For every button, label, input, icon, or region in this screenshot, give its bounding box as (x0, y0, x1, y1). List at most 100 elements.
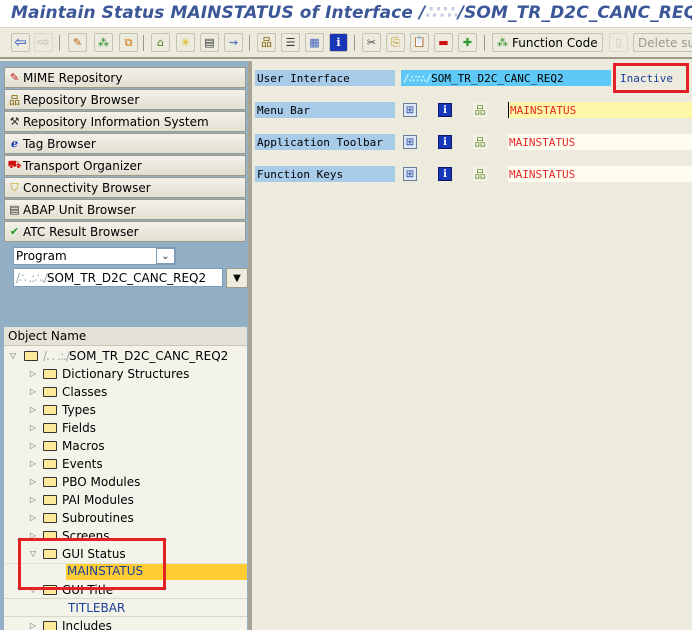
collapsed-icon: ▷ (29, 405, 37, 414)
folder-icon (43, 440, 57, 451)
info-button[interactable]: i (329, 33, 348, 52)
forward-button[interactable]: ⇨ (34, 33, 53, 52)
active-inactive-button[interactable]: ⁂ (94, 33, 113, 52)
cut-button[interactable]: ✂ (362, 33, 381, 52)
user-interface-name: SOM_TR_D2C_CANC_REQ2 (431, 71, 564, 85)
nav-repository-information-system[interactable]: ⚒ Repository Information System (4, 111, 246, 132)
folder-icon (43, 458, 57, 469)
back-arrow-icon: ⇦ (14, 33, 27, 51)
forward-arrow-icon: ⇨ (37, 33, 50, 51)
copy-button[interactable]: ⎘ (386, 33, 405, 52)
tag-browser-icon: ℯ (11, 137, 18, 150)
tree-item-label: Dictionary Structures (62, 366, 190, 381)
tree-item-label: Types (62, 402, 96, 417)
menu-bar-value[interactable]: MAINSTATUS (508, 102, 692, 118)
collapsed-icon: ▷ (29, 621, 37, 630)
nav-label: MIME Repository (23, 70, 123, 85)
tree-item[interactable]: ▷ Fields (4, 419, 247, 437)
function-keys-info-icon[interactable]: i (438, 167, 452, 181)
test-button[interactable]: ▤ (200, 33, 219, 52)
toolbar-separator (484, 35, 485, 51)
other-object-button[interactable]: ⧉ (119, 33, 138, 52)
function-keys-label: Function Keys (255, 166, 395, 182)
expand-function-keys-icon[interactable]: ⊞ (403, 167, 417, 181)
tree-item[interactable]: ▷ Events (4, 455, 247, 473)
tree-item[interactable]: ▷ PAI Modules (4, 491, 247, 509)
open-folder-icon (24, 350, 38, 361)
back-button[interactable]: ⇦ (11, 33, 30, 52)
collapsed-icon: ▷ (29, 459, 37, 468)
application-toolbar-info-icon[interactable]: i (438, 135, 452, 149)
nav-label: Connectivity Browser (23, 180, 151, 195)
collapsed-icon: ▷ (29, 369, 37, 378)
tree-item[interactable]: ▷ Subroutines (4, 509, 247, 527)
function-code-icon: ⁂ (497, 36, 508, 49)
check-button[interactable]: ⌂ (151, 33, 170, 52)
object-name-value: SOM_TR_D2C_CANC_REQ2 (46, 270, 207, 285)
repository-browser-icon: 品 (9, 93, 20, 107)
object-type-dropdown-button[interactable]: ⌄ (156, 248, 175, 264)
display-change-button[interactable]: ✎ (68, 33, 87, 52)
menu-bar-hierarchy-icon[interactable]: 品 (473, 103, 487, 117)
delete-row-button[interactable]: ▬ (434, 33, 453, 52)
object-name-input[interactable]: /∴ .:∴./SOM_TR_D2C_CANC_REQ2 (13, 268, 223, 287)
navigation-window-button[interactable]: ▦ (305, 33, 324, 52)
activate-button[interactable]: ✳ (176, 33, 195, 52)
delete-row-icon: ▬ (438, 36, 449, 49)
paste-button[interactable]: 📋 (410, 33, 429, 52)
function-keys-value[interactable]: MAINSTATUS (508, 166, 692, 182)
tree-item[interactable]: ▷ Includes (4, 617, 247, 630)
nav-label: ABAP Unit Browser (23, 202, 136, 217)
object-type-value: Program (16, 249, 67, 263)
object-name-masked: /∴ .:∴./ (16, 270, 48, 285)
tree-item[interactable]: ▷ Dictionary Structures (4, 365, 247, 383)
nav-atc-result-browser[interactable]: ✔ ATC Result Browser (4, 221, 246, 242)
collapsed-icon: ▷ (29, 441, 37, 450)
application-toolbar-hierarchy-icon[interactable]: 品 (473, 135, 487, 149)
new-document-button[interactable]: ▯ (609, 33, 628, 52)
nav-connectivity-browser[interactable]: ⛉ Connectivity Browser (4, 177, 246, 198)
function-code-button[interactable]: ⁂ Function Code (492, 33, 603, 52)
nav-transport-organizer[interactable]: ⛟ Transport Organizer (4, 155, 246, 176)
function-code-label: Function Code (512, 35, 598, 50)
tree-item-label: Includes (62, 618, 112, 630)
nav-tag-browser[interactable]: ℯ Tag Browser (4, 133, 246, 154)
object-list-button[interactable]: 品 (257, 33, 276, 52)
where-used-button[interactable]: ⇝ (224, 33, 243, 52)
folder-icon (43, 422, 57, 433)
nav-mime-repository[interactable]: ✎ MIME Repository (4, 67, 246, 88)
connectivity-icon: ⛉ (10, 180, 19, 194)
application-toolbar-value[interactable]: MAINSTATUS (508, 134, 692, 150)
nav-repository-browser[interactable]: 品 Repository Browser (4, 89, 246, 110)
toolbar-separator (59, 35, 60, 51)
tree-item[interactable]: ▷ Macros (4, 437, 247, 455)
tree-item[interactable]: ▷ PBO Modules (4, 473, 247, 491)
toolbar-separator (143, 35, 144, 51)
insert-row-button[interactable]: ✚ (458, 33, 477, 52)
pencil-icon: ✎ (72, 36, 83, 49)
tree-item[interactable]: ▷ Classes (4, 383, 247, 401)
nav-label: Repository Browser (23, 92, 140, 107)
triangle-down-icon: ▼ (233, 272, 241, 284)
truck-icon: ⛟ (7, 158, 22, 171)
object-type-select[interactable]: Program (13, 247, 176, 265)
expand-menu-bar-icon[interactable]: ⊞ (403, 103, 417, 117)
tree-item-label: Subroutines (62, 510, 134, 525)
folder-icon (43, 476, 57, 487)
menu-bar-info-icon[interactable]: i (438, 103, 452, 117)
mime-repository-icon: ✎ (9, 71, 20, 84)
root-masked: /. . .:./ (43, 348, 70, 363)
tree-item-titlebar[interactable]: TITLEBAR (4, 599, 247, 617)
nav-abap-unit-browser[interactable]: ▤ ABAP Unit Browser (4, 199, 246, 220)
object-name-dropdown-button[interactable]: ▼ (226, 268, 248, 288)
function-keys-hierarchy-icon[interactable]: 品 (473, 167, 487, 181)
tree-root[interactable]: ▽ /. . .:./SOM_TR_D2C_CANC_REQ2 (4, 347, 247, 365)
display-object-list-button[interactable]: ☰ (281, 33, 300, 52)
expand-application-toolbar-icon[interactable]: ⊞ (403, 135, 417, 149)
tree-item[interactable]: ▷ Types (4, 401, 247, 419)
paste-icon: 📋 (413, 36, 426, 48)
tree-item-label: PAI Modules (62, 492, 134, 507)
delete-button[interactable]: Delete su (633, 33, 692, 52)
nav-label: Repository Information System (23, 114, 209, 129)
title-bar: Maintain Status MAINSTATUS of Interface … (0, 0, 692, 28)
